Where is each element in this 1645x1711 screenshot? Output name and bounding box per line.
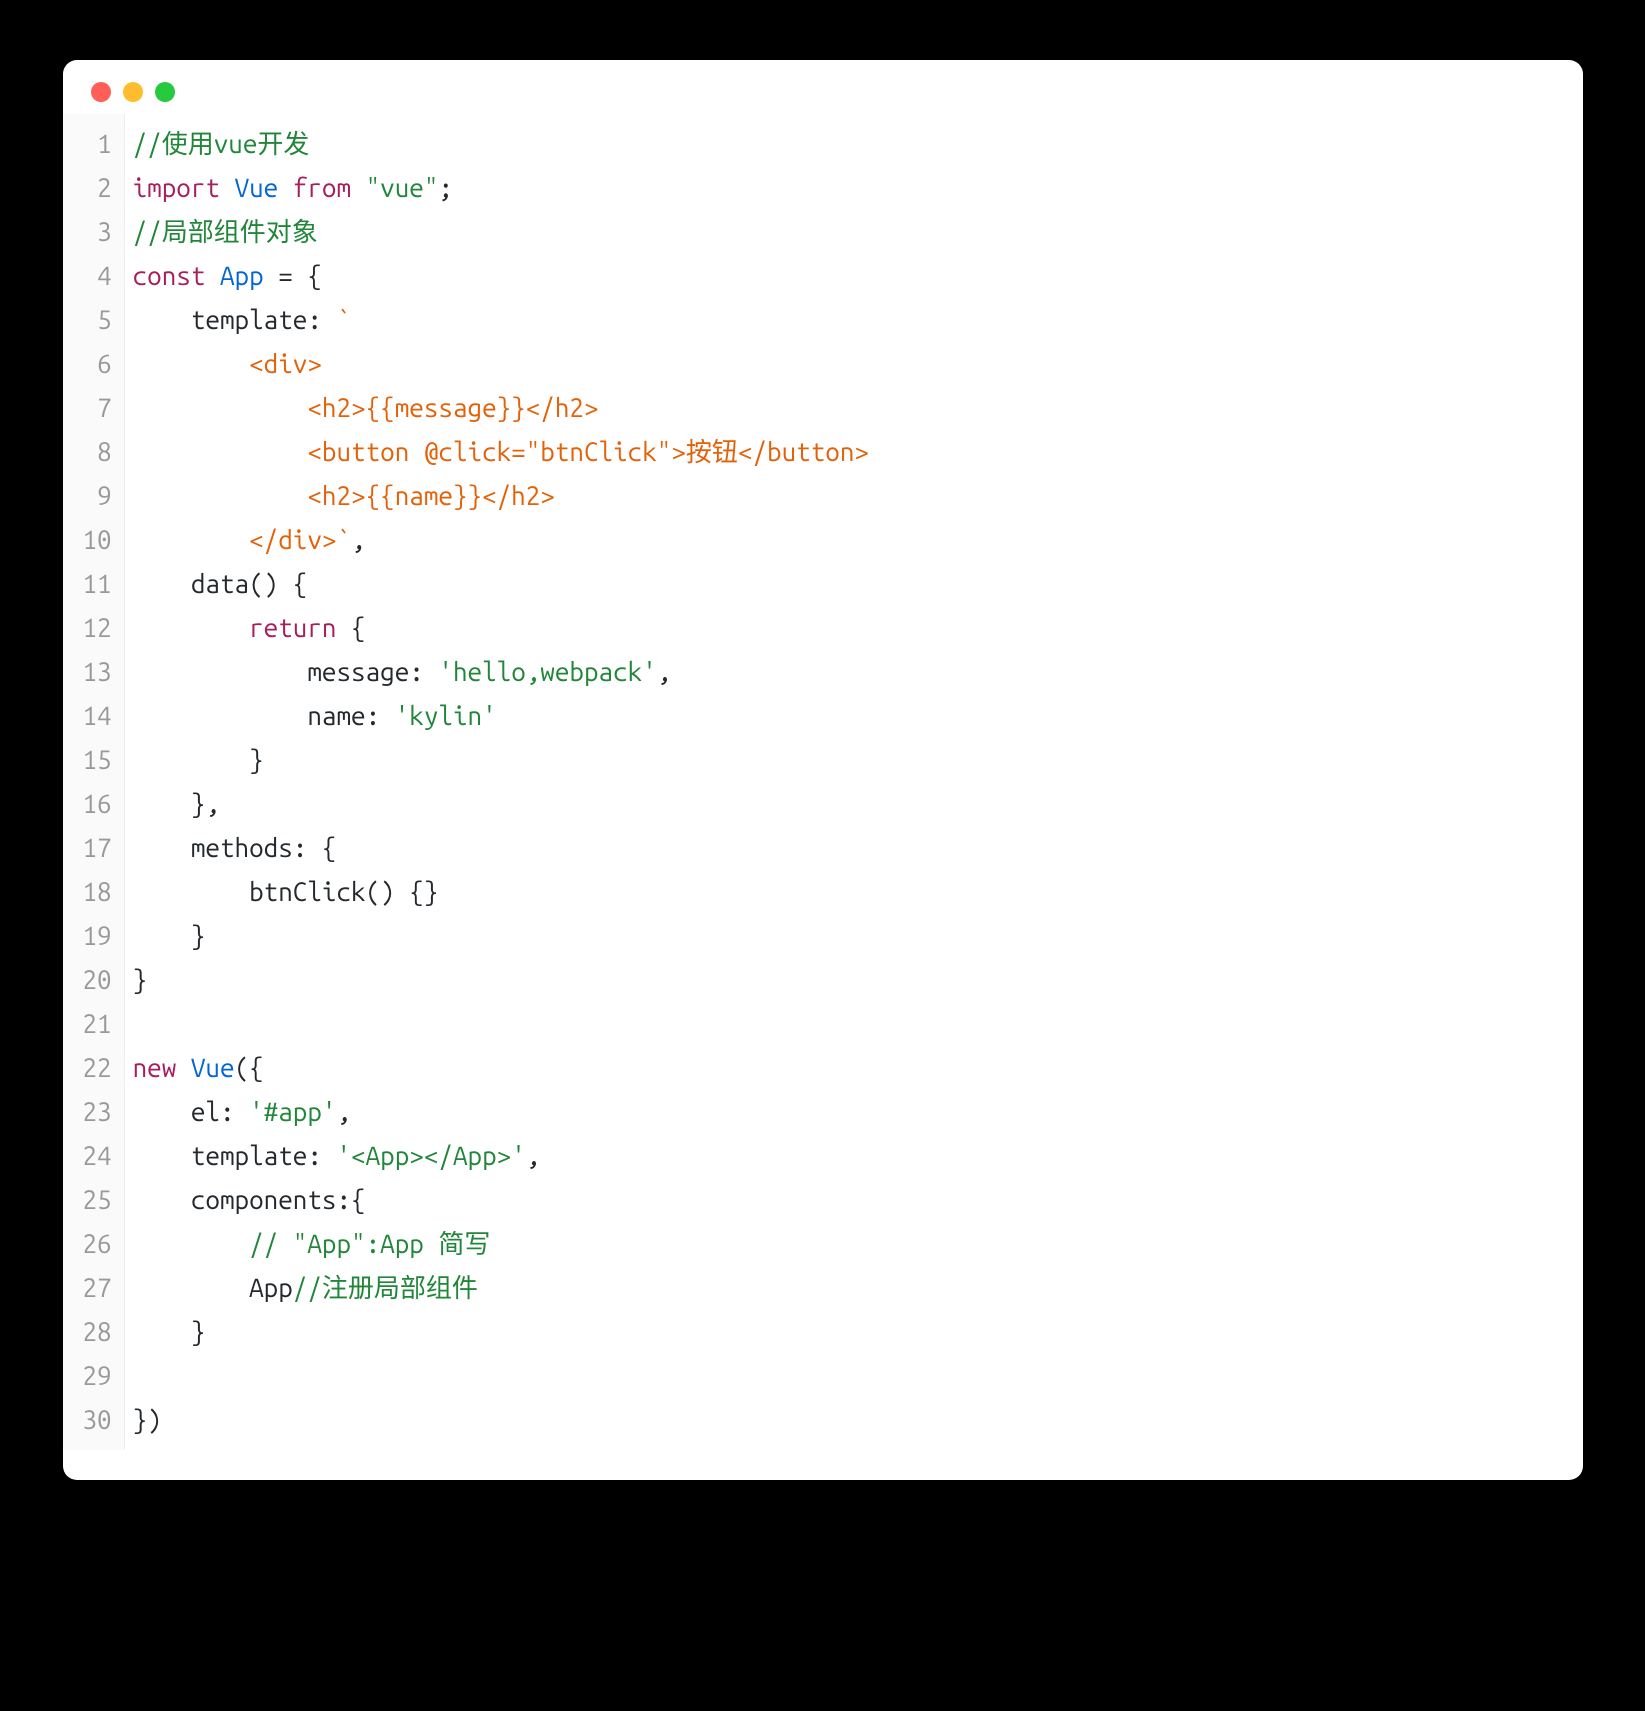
code-token: 'hello,webpack'	[438, 657, 656, 686]
code-token: ,	[526, 1141, 541, 1170]
line-number: 28	[83, 1310, 112, 1354]
code-token: // "App":App 简写	[249, 1229, 490, 1258]
code-token: = {	[264, 261, 322, 290]
code-token	[133, 613, 249, 642]
code-token: return	[249, 613, 336, 642]
code-token: data() {	[133, 569, 308, 598]
line-number: 12	[83, 606, 112, 650]
code-token: //局部组件对象	[133, 217, 318, 246]
code-token: App	[220, 261, 264, 290]
code-token: ;	[438, 173, 453, 202]
line-number: 3	[83, 210, 112, 254]
code-token: methods: {	[133, 833, 337, 862]
code-token: {	[336, 613, 365, 642]
line-number: 20	[83, 958, 112, 1002]
code-token: ({	[235, 1053, 264, 1082]
line-number: 16	[83, 782, 112, 826]
code-token: 'kylin'	[395, 701, 497, 730]
code-token: })	[133, 1405, 162, 1434]
line-number: 6	[83, 342, 112, 386]
line-number: 26	[83, 1222, 112, 1266]
code-token: message:	[133, 657, 439, 686]
code-token: '#app'	[249, 1097, 336, 1126]
code-token: `	[336, 305, 351, 334]
code-token: el:	[133, 1097, 249, 1126]
code-token: from	[293, 173, 351, 202]
code-token: '<App></App>'	[336, 1141, 525, 1170]
code-token: `	[336, 525, 351, 554]
code-token: components:{	[133, 1185, 366, 1214]
line-number: 8	[83, 430, 112, 474]
line-number: 25	[83, 1178, 112, 1222]
line-number: 18	[83, 870, 112, 914]
code-token: <h2>{{name}}</h2>	[133, 481, 555, 510]
code-token: App	[133, 1273, 293, 1302]
line-number: 29	[83, 1354, 112, 1398]
line-number: 11	[83, 562, 112, 606]
code-token: <div>	[133, 349, 322, 378]
code-token: import	[133, 173, 220, 202]
line-number: 5	[83, 298, 112, 342]
window-titlebar	[63, 60, 1583, 114]
line-number: 30	[83, 1398, 112, 1442]
line-number: 15	[83, 738, 112, 782]
line-number: 2	[83, 166, 112, 210]
code-content[interactable]: //使用vue开发 import Vue from "vue"; //局部组件对象 c…	[125, 114, 1583, 1450]
code-token: Vue	[235, 173, 279, 202]
code-token	[133, 1229, 249, 1258]
line-number: 17	[83, 826, 112, 870]
code-token: },	[133, 789, 220, 818]
code-token: }	[133, 965, 148, 994]
code-token: ,	[657, 657, 672, 686]
line-number: 24	[83, 1134, 112, 1178]
code-token: }	[133, 921, 206, 950]
code-token: const	[133, 261, 206, 290]
code-token: <button @click="btnClick">按钮</button>	[133, 437, 869, 466]
code-token: btnClick() {}	[133, 877, 439, 906]
line-number: 14	[83, 694, 112, 738]
code-token: }	[133, 1317, 206, 1346]
line-number: 13	[83, 650, 112, 694]
line-number: 21	[83, 1002, 112, 1046]
line-number: 22	[83, 1046, 112, 1090]
close-icon[interactable]	[91, 82, 111, 102]
line-number: 7	[83, 386, 112, 430]
line-number: 23	[83, 1090, 112, 1134]
code-token: name:	[133, 701, 395, 730]
code-token: Vue	[176, 1053, 234, 1082]
line-number: 4	[83, 254, 112, 298]
line-number-gutter: 1 2 3 4 5 6 7 8 9 10 11 12 13 14 15 16 1…	[63, 114, 125, 1450]
code-token: }	[133, 745, 264, 774]
code-window: 1 2 3 4 5 6 7 8 9 10 11 12 13 14 15 16 1…	[63, 60, 1583, 1480]
line-number: 19	[83, 914, 112, 958]
line-number: 9	[83, 474, 112, 518]
code-token: //使用vue开发	[133, 129, 310, 158]
code-token: "vue"	[366, 173, 439, 202]
line-number: 27	[83, 1266, 112, 1310]
code-token: ,	[336, 1097, 351, 1126]
line-number: 10	[83, 518, 112, 562]
code-token: template:	[133, 305, 337, 334]
code-token: <h2>{{message}}</h2>	[133, 393, 599, 422]
code-token: new	[133, 1053, 177, 1082]
code-token: template:	[133, 1141, 337, 1170]
code-token: ,	[351, 525, 366, 554]
line-number: 1	[83, 122, 112, 166]
minimize-icon[interactable]	[123, 82, 143, 102]
code-token: //注册局部组件	[293, 1273, 478, 1302]
maximize-icon[interactable]	[155, 82, 175, 102]
code-token: </div>	[133, 525, 337, 554]
code-area: 1 2 3 4 5 6 7 8 9 10 11 12 13 14 15 16 1…	[63, 114, 1583, 1480]
